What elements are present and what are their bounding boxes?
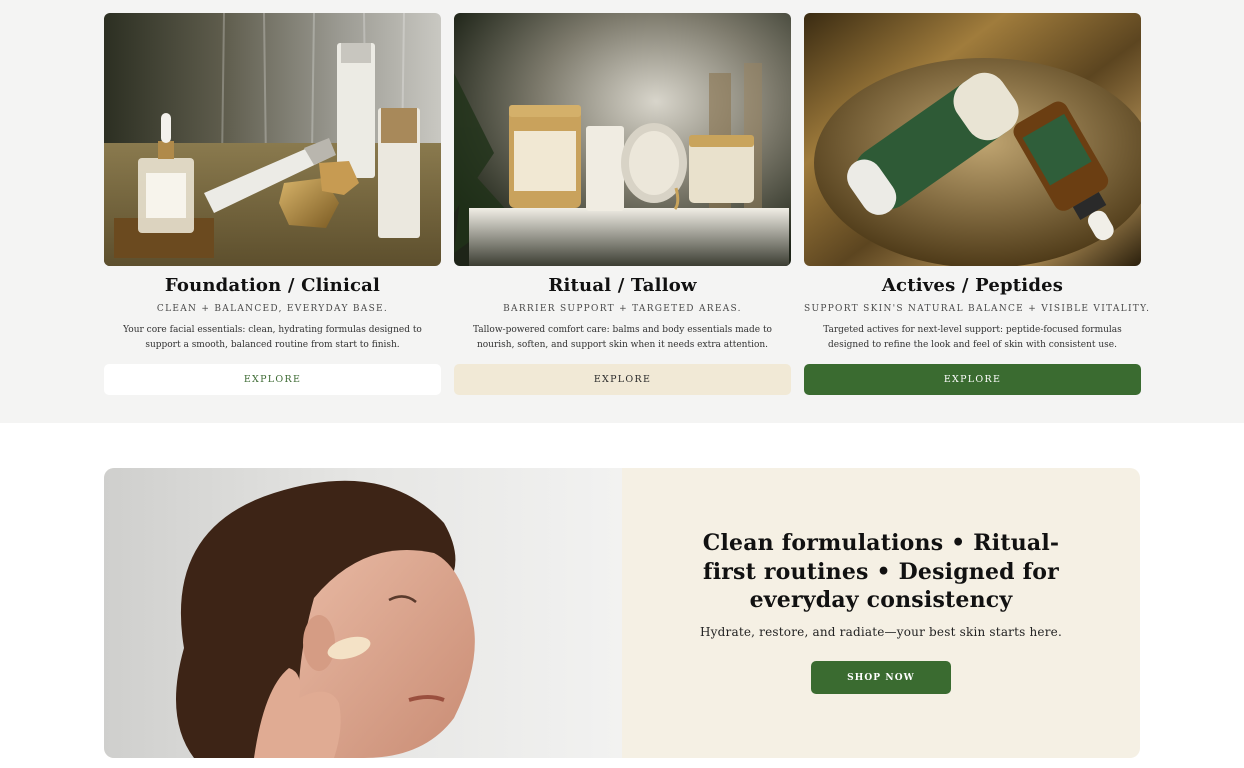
card-description: Your core facial essentials: clean, hydr… [123,325,422,350]
card-description: Targeted actives for next-level support:… [823,325,1122,350]
promo-subheading: Hydrate, restore, and radiate—your best … [700,625,1062,639]
collections-section: Foundation / Clinical CLEAN + BALANCED, … [0,0,1244,423]
ritual-product-image[interactable] [454,13,791,266]
card-title: Actives / Peptides [881,275,1064,296]
foundation-product-image[interactable] [104,13,441,266]
woman-applying-cream-image [104,468,622,758]
promo-heading: Clean formulations • Ritual-first routin… [702,530,1060,613]
card-title: Ritual / Tallow [548,275,697,296]
card-description: Tallow-powered comfort care: balms and b… [473,325,772,350]
explore-foundation-button[interactable]: EXPLORE [104,364,441,395]
card-subtitle: CLEAN + BALANCED, EVERYDAY BASE. [156,304,389,314]
collection-card-foundation: Foundation / Clinical CLEAN + BALANCED, … [104,13,441,395]
explore-actives-button[interactable]: EXPLORE [804,364,1141,395]
promo-banner: Clean formulations • Ritual-first routin… [104,468,1140,758]
card-subtitle: BARRIER SUPPORT + TARGETED AREAS. [503,304,742,314]
collection-card-actives: Actives / Peptides SUPPORT SKIN'S NATURA… [804,13,1151,395]
shop-now-button[interactable]: SHOP NOW [811,661,951,694]
explore-ritual-button[interactable]: EXPLORE [454,364,791,395]
actives-product-image[interactable] [804,13,1141,266]
card-title: Foundation / Clinical [164,275,381,296]
collection-card-ritual: Ritual / Tallow BARRIER SUPPORT + TARGET… [454,13,791,395]
promo-content: Clean formulations • Ritual-first routin… [622,468,1140,758]
card-subtitle: SUPPORT SKIN'S NATURAL BALANCE + VISIBLE… [804,304,1151,314]
